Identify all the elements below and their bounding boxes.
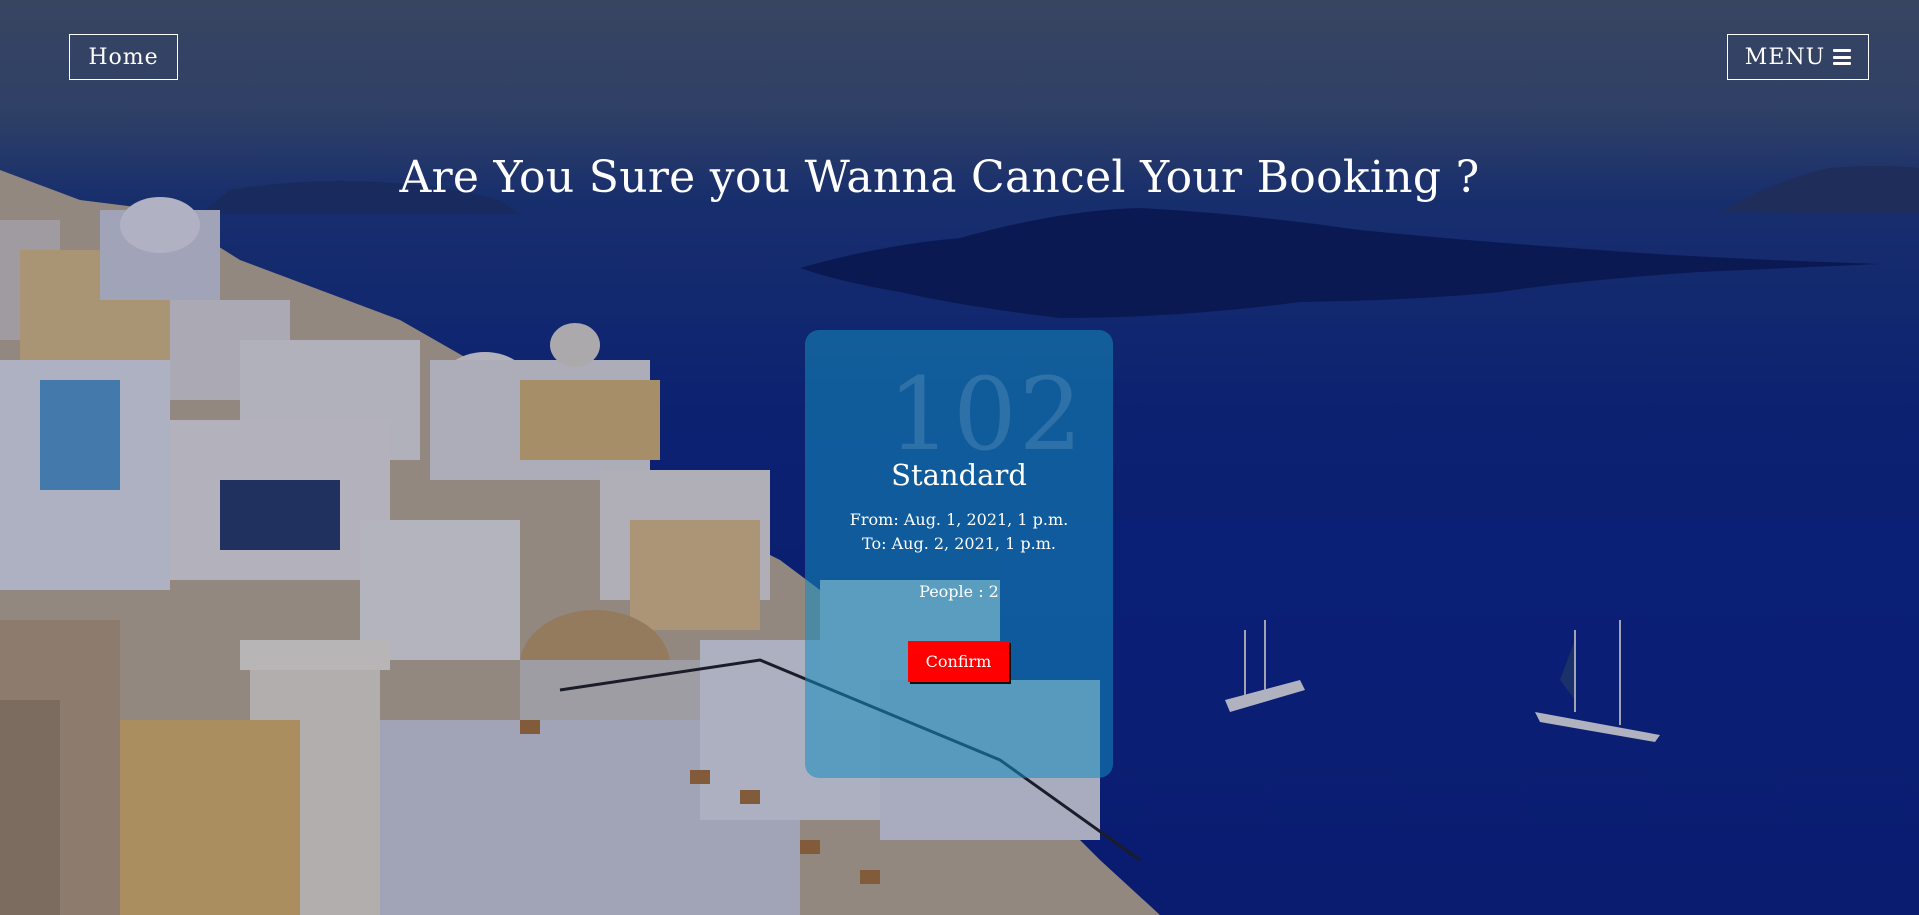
people-count: People : 2	[919, 582, 999, 601]
room-number: 102	[887, 356, 1085, 473]
room-type: Standard	[891, 458, 1027, 492]
home-button-label: Home	[88, 44, 159, 70]
menu-button-label: MENU	[1744, 44, 1826, 70]
hamburger-icon	[1833, 49, 1852, 65]
booking-card: 102 Standard From: Aug. 1, 2021, 1 p.m. …	[805, 330, 1113, 778]
date-to: To: Aug. 2, 2021, 1 p.m.	[862, 534, 1056, 553]
date-from: From: Aug. 1, 2021, 1 p.m.	[849, 510, 1069, 529]
menu-button[interactable]: MENU	[1727, 34, 1869, 80]
page-title: Are You Sure you Wanna Cancel Your Booki…	[399, 152, 1480, 203]
home-button[interactable]: Home	[69, 34, 178, 80]
confirm-button[interactable]: Confirm	[908, 641, 1009, 682]
